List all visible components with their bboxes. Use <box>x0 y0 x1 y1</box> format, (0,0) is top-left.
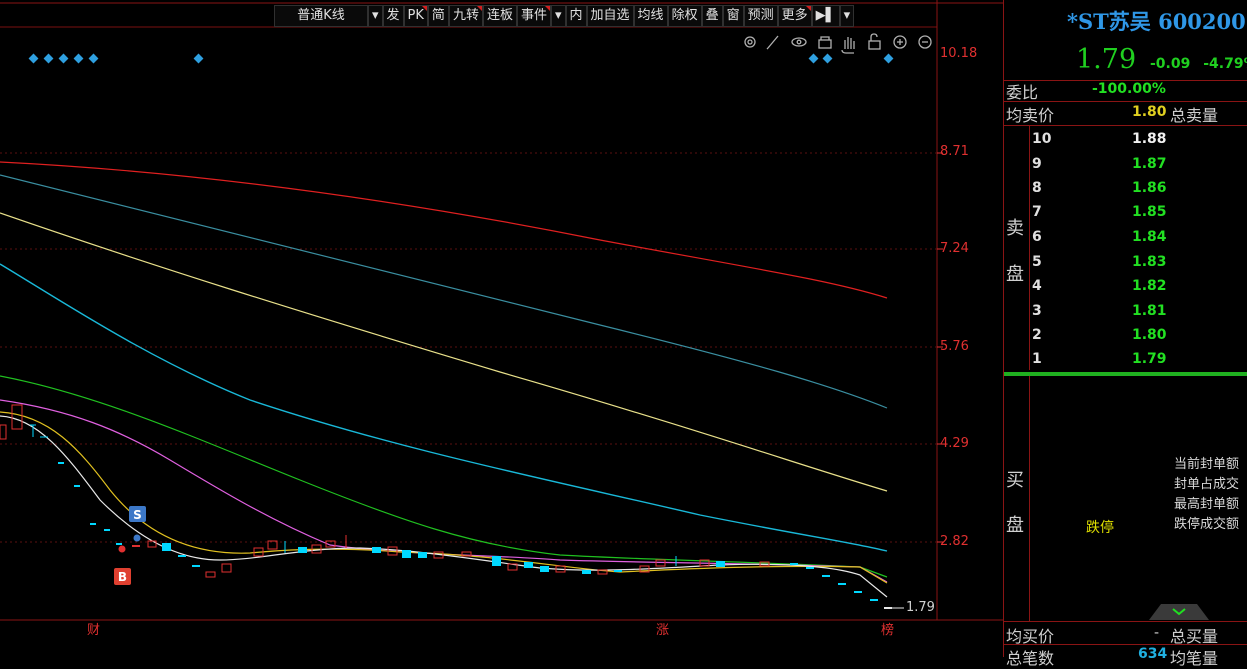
y-axis-tick: 7.24 <box>940 241 969 256</box>
toolbar-nine-turn-button[interactable]: 九转 <box>448 5 483 27</box>
event-tag-finance[interactable]: 财 <box>87 623 100 638</box>
y-axis-tick: 8.71 <box>940 144 969 159</box>
sell-dot <box>133 534 141 542</box>
toolbar-exright-button[interactable]: 除权 <box>667 5 702 27</box>
ma-line-yellow <box>0 212 888 492</box>
change-percent: -4.79% <box>1203 56 1247 72</box>
ma-line-red <box>0 161 888 299</box>
limit-down-label: 跌停 <box>1086 520 1114 536</box>
total-trades-label: 总笔数 <box>1006 649 1055 668</box>
avg-sell-label: 均卖价 <box>1006 106 1055 125</box>
stat-max-seal-amount: 最高封单额 <box>1174 497 1240 512</box>
sell-price[interactable]: 1.83 <box>1132 254 1167 270</box>
toolbar-events-button[interactable]: 事件 <box>516 5 551 27</box>
zoom-out-icon[interactable] <box>918 35 932 49</box>
sell-level: 10 <box>1032 131 1052 147</box>
toolbar-add-watchlist-button[interactable]: 加自选 <box>586 5 634 27</box>
toolbar-more-button[interactable]: 更多 <box>777 5 812 27</box>
toolbar-limit-up-chain-button[interactable]: 连板 <box>482 5 517 27</box>
avg-sell-value: 1.80 <box>1132 104 1167 120</box>
event-diamonds <box>28 53 894 64</box>
sell-buy-divider <box>1004 372 1247 376</box>
toolbar-collapse-button[interactable]: ▶▌ <box>811 5 840 27</box>
sell-price[interactable]: 1.79 <box>1132 351 1167 367</box>
sell-price[interactable]: 1.88 <box>1132 131 1167 147</box>
gear-icon[interactable] <box>744 36 756 48</box>
weibi-label: 委比 <box>1006 83 1039 102</box>
weibi-value: -100.00% <box>1092 81 1166 97</box>
price-change: -0.09 -4.79% <box>1150 56 1247 72</box>
buy-side-label-2: 盘 <box>1006 515 1024 536</box>
buy-side-label: 买 <box>1006 470 1024 491</box>
unlock-icon[interactable] <box>868 33 881 50</box>
sell-price[interactable]: 1.84 <box>1132 229 1167 245</box>
ma-line-teal <box>0 174 888 409</box>
last-price-label: 1.79 <box>906 600 935 615</box>
change-value: -0.09 <box>1150 56 1191 72</box>
chart-toolbar: 普通K线 ▾ 发 PK 简 九转 连板 事件 ▾ 内 加自选 均线 除权 叠 窗… <box>274 5 855 27</box>
y-axis-tick: 10.18 <box>940 46 978 61</box>
sell-level: 9 <box>1032 156 1042 172</box>
avg-trade-volume-label: 均笔量 <box>1170 649 1219 668</box>
hand-icon[interactable] <box>841 37 855 54</box>
eye-icon[interactable] <box>791 37 807 47</box>
sell-level: 3 <box>1032 303 1042 319</box>
pen-icon[interactable] <box>766 35 779 50</box>
toolbar-simple-button[interactable]: 简 <box>427 5 449 27</box>
sell-price[interactable]: 1.81 <box>1132 303 1167 319</box>
total-sell-label: 总卖量 <box>1170 106 1219 125</box>
sell-price[interactable]: 1.82 <box>1132 278 1167 294</box>
sell-level: 6 <box>1032 229 1042 245</box>
toolbar-inner-button[interactable]: 内 <box>565 5 587 27</box>
y-axis-tick: 4.29 <box>940 436 969 451</box>
sell-level: 2 <box>1032 327 1042 343</box>
toolbar-collapse-dropdown[interactable]: ▾ <box>839 5 855 27</box>
kline-type-dropdown[interactable]: ▾ <box>368 5 383 27</box>
sell-price[interactable]: 1.80 <box>1132 327 1167 343</box>
toolbar-forecast-button[interactable]: 预测 <box>743 5 778 27</box>
sell-signal-text: S <box>133 508 142 522</box>
stat-current-seal-amount: 当前封单额 <box>1174 457 1240 472</box>
sell-level: 4 <box>1032 278 1042 294</box>
sell-price[interactable]: 1.87 <box>1132 156 1167 172</box>
zoom-in-icon[interactable] <box>893 35 907 49</box>
total-trades-value: 634 <box>1138 646 1168 662</box>
sell-level: 1 <box>1032 351 1042 367</box>
sell-level: 5 <box>1032 254 1042 270</box>
stat-seal-ratio: 封单占成交 <box>1174 477 1240 492</box>
buy-dot <box>118 545 126 553</box>
event-tag-ranking[interactable]: 榜 <box>881 622 894 638</box>
sell-level: 8 <box>1032 180 1042 196</box>
avg-buy-value: - <box>1154 625 1160 641</box>
lock-box-icon[interactable] <box>818 36 832 49</box>
buy-signal-text: B <box>118 570 127 584</box>
toolbar-ma-button[interactable]: 均线 <box>633 5 668 27</box>
y-axis-tick: 5.76 <box>940 339 969 354</box>
current-price: 1.79 <box>1076 44 1137 75</box>
expand-chevron-button[interactable] <box>1149 602 1209 620</box>
toolbar-overlay-button[interactable]: 叠 <box>701 5 723 27</box>
kline-chart[interactable]: S B 财 涨 榜 <box>0 0 1003 657</box>
sell-side-label-2: 盘 <box>1006 264 1024 285</box>
sell-price[interactable]: 1.85 <box>1132 204 1167 220</box>
toolbar-pk-button[interactable]: PK <box>403 5 428 27</box>
kline-type-select[interactable]: 普通K线 <box>274 5 368 27</box>
toolbar-window-button[interactable]: 窗 <box>722 5 744 27</box>
sell-side-label: 卖 <box>1006 218 1024 239</box>
quote-panel: *ST苏吴 600200 1.79 -0.09 -4.79% 委比 -100.0… <box>1003 0 1247 668</box>
y-axis-tick: 2.82 <box>940 534 969 549</box>
event-tag-limit[interactable]: 涨 <box>656 623 669 638</box>
toolbar-fa-button[interactable]: 发 <box>382 5 404 27</box>
chart-tools <box>744 33 932 54</box>
stat-limit-down-turnover: 跌停成交额 <box>1174 517 1240 532</box>
toolbar-events-dropdown[interactable]: ▾ <box>550 5 566 27</box>
sell-level: 7 <box>1032 204 1042 220</box>
stock-title[interactable]: *ST苏吴 600200 <box>1067 6 1246 36</box>
sell-price[interactable]: 1.86 <box>1132 180 1167 196</box>
